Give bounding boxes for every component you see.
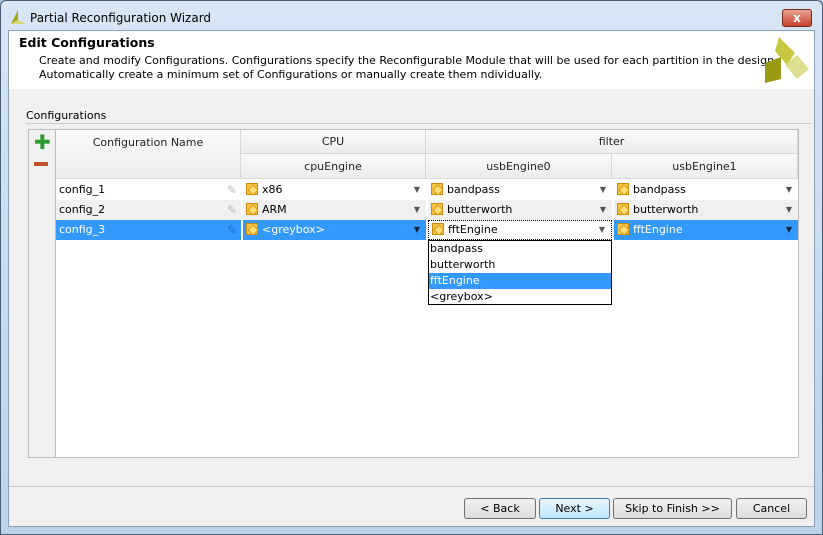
- dropdown-arrow-icon[interactable]: ▼: [414, 180, 420, 200]
- edit-pencil-icon[interactable]: ✎: [227, 200, 237, 220]
- module-value: x86: [262, 183, 283, 196]
- skip-to-finish-button[interactable]: Skip to Finish >>: [613, 498, 732, 519]
- dropdown-arrow-icon[interactable]: ▼: [599, 221, 605, 239]
- module-select[interactable]: ARM ▼: [243, 200, 426, 220]
- config-name: config_3: [59, 223, 106, 236]
- config-name-cell[interactable]: config_3 ✎: [56, 220, 241, 240]
- edit-pencil-icon[interactable]: ✎: [227, 180, 237, 200]
- wizard-header: Edit Configurations Create and modify Co…: [9, 31, 814, 89]
- remove-icon[interactable]: [34, 162, 48, 166]
- divider: [9, 486, 814, 487]
- config-name-cell[interactable]: config_2 ✎: [56, 200, 241, 220]
- module-select[interactable]: <greybox> ▼: [243, 220, 426, 240]
- header-cpuengine[interactable]: cpuEngine: [241, 154, 426, 179]
- module-value: butterworth: [447, 203, 513, 216]
- dropdown-option[interactable]: butterworth: [429, 257, 611, 273]
- module-icon: [617, 223, 629, 235]
- module-icon: [431, 203, 443, 215]
- wizard-body: Edit Configurations Create and modify Co…: [8, 30, 815, 527]
- module-value: ARM: [262, 203, 287, 216]
- dropdown-arrow-icon[interactable]: ▼: [786, 180, 792, 200]
- module-icon: [617, 203, 629, 215]
- module-icon: [246, 203, 258, 215]
- module-select[interactable]: bandpass ▼: [428, 180, 612, 200]
- module-select-active[interactable]: fftEngine ▼: [428, 220, 612, 240]
- config-name: config_1: [59, 183, 106, 196]
- dropdown-arrow-icon[interactable]: ▼: [414, 200, 420, 220]
- dropdown-option-selected[interactable]: fftEngine: [429, 273, 611, 289]
- module-select[interactable]: bandpass ▼: [614, 180, 798, 200]
- header-group-cpu: CPU: [241, 130, 426, 154]
- module-icon: [246, 183, 258, 195]
- config-name-cell[interactable]: config_1 ✎: [56, 180, 241, 200]
- dropdown-arrow-icon[interactable]: ▼: [600, 200, 606, 220]
- module-dropdown-list: bandpass butterworth fftEngine <greybox>: [428, 240, 612, 305]
- module-icon: [431, 183, 443, 195]
- xilinx-logo-icon: [765, 37, 809, 83]
- module-select[interactable]: butterworth ▼: [428, 200, 612, 220]
- module-value: <greybox>: [262, 223, 325, 236]
- page-description: Automatically create a minimum set of Co…: [39, 68, 543, 81]
- header-usbengine0[interactable]: usbEngine0: [426, 154, 612, 179]
- dropdown-arrow-icon[interactable]: ▼: [600, 180, 606, 200]
- dropdown-arrow-icon[interactable]: ▼: [786, 200, 792, 220]
- cancel-button[interactable]: Cancel: [736, 498, 807, 519]
- header-config-name[interactable]: Configuration Name: [56, 130, 241, 179]
- edit-pencil-icon[interactable]: ✎: [227, 220, 237, 240]
- module-select[interactable]: fftEngine ▼: [614, 220, 798, 240]
- dropdown-arrow-icon[interactable]: ▼: [414, 220, 420, 240]
- divider: [26, 123, 811, 124]
- next-button[interactable]: Next >: [539, 498, 610, 519]
- add-icon[interactable]: ✚: [34, 132, 51, 152]
- module-select[interactable]: x86 ▼: [243, 180, 426, 200]
- module-select[interactable]: butterworth ▼: [614, 200, 798, 220]
- page-title: Edit Configurations: [19, 35, 155, 50]
- module-value: bandpass: [447, 183, 500, 196]
- configurations-panel: ✚ Configuration Name CPU filter cpuEngin…: [28, 129, 799, 458]
- module-value: fftEngine: [633, 223, 683, 236]
- module-value: bandpass: [633, 183, 686, 196]
- close-button[interactable]: x: [782, 9, 812, 27]
- module-value: fftEngine: [448, 223, 498, 236]
- configurations-table: Configuration Name CPU filter cpuEngine …: [55, 130, 798, 457]
- module-icon: [246, 223, 258, 235]
- dropdown-arrow-icon[interactable]: ▼: [786, 220, 792, 240]
- dropdown-option[interactable]: <greybox>: [429, 289, 611, 305]
- page-description: Create and modify Configurations. Config…: [39, 54, 778, 67]
- dropdown-option[interactable]: bandpass: [429, 241, 611, 257]
- app-logo-icon: [11, 10, 26, 24]
- header-group-filter: filter: [426, 130, 798, 154]
- header-usbengine1[interactable]: usbEngine1: [612, 154, 798, 179]
- window-title: Partial Reconfiguration Wizard: [30, 11, 212, 25]
- module-icon: [617, 183, 629, 195]
- module-icon: [432, 223, 444, 235]
- configurations-label: Configurations: [26, 109, 107, 122]
- module-value: butterworth: [633, 203, 699, 216]
- config-name: config_2: [59, 203, 106, 216]
- back-button[interactable]: < Back: [464, 498, 536, 519]
